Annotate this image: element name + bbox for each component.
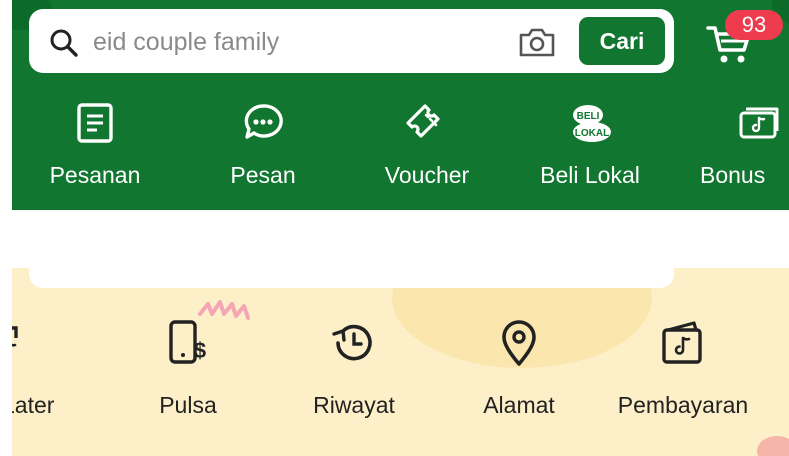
nav-item-voucher[interactable]: Voucher — [367, 100, 487, 200]
search-icon[interactable] — [49, 28, 79, 58]
location-pin-icon — [502, 320, 536, 366]
nav-item-label: Pesan — [230, 162, 296, 188]
utility-item-riwayat[interactable]: Riwayat — [294, 318, 414, 428]
nav-item-label: Beli Lokal — [540, 162, 640, 188]
beli-lokal-icon: BELI LOKAL — [573, 105, 611, 142]
svg-text:$: $ — [194, 338, 206, 363]
voucher-ticket-icon — [406, 104, 440, 138]
camera-icon[interactable] — [517, 25, 557, 59]
utility-item-alamat[interactable]: Alamat — [459, 318, 579, 428]
lokal-text: LOKAL — [575, 128, 609, 139]
utility-item-label: Alamat — [483, 392, 555, 418]
wallet-icon — [662, 321, 702, 364]
cart-button[interactable]: 93 — [705, 10, 783, 70]
nav-item-label: Bonus — [700, 162, 766, 188]
nav-item-pesan[interactable]: Pesan — [203, 100, 323, 200]
paylater-icon — [12, 326, 18, 347]
nav-item-pesanan[interactable]: Pesanan — [35, 100, 155, 200]
top-header: Cari 93 Pesanan Pesan — [12, 0, 789, 210]
order-list-icon — [77, 103, 113, 143]
history-icon — [332, 324, 372, 361]
utility-item-pembayaran[interactable]: Pembayaran — [608, 318, 758, 428]
utility-section: Later $ Pulsa Riwayat Alamat Pembayaran — [12, 268, 789, 456]
utility-item-label: Pulsa — [159, 392, 217, 418]
nav-item-label: Voucher — [384, 162, 470, 188]
bonus-money-icon — [739, 107, 779, 139]
pulsa-phone-icon: $ — [169, 320, 206, 364]
nav-item-beli-lokal[interactable]: BELI LOKAL Beli Lokal — [525, 100, 655, 200]
utility-item-paylater[interactable]: Later — [12, 318, 72, 428]
search-bar: Cari — [29, 9, 674, 73]
cart-count-badge: 93 — [725, 10, 783, 40]
utility-item-label: Pembayaran — [617, 392, 749, 418]
chat-bubble-icon — [244, 104, 283, 139]
utility-item-pulsa[interactable]: $ Pulsa — [128, 318, 248, 428]
decorative-blob — [757, 436, 789, 456]
utility-item-label: Riwayat — [313, 392, 395, 418]
search-input[interactable] — [91, 23, 495, 61]
card-edge — [29, 268, 674, 288]
nav-item-label: Pesanan — [49, 162, 141, 188]
nav-item-bonus[interactable]: Bonus — [700, 100, 789, 200]
search-button[interactable]: Cari — [579, 17, 665, 65]
beli-text: BELI — [577, 111, 600, 122]
decorative-dots — [727, 268, 739, 269]
utility-item-label: Later — [12, 392, 55, 418]
